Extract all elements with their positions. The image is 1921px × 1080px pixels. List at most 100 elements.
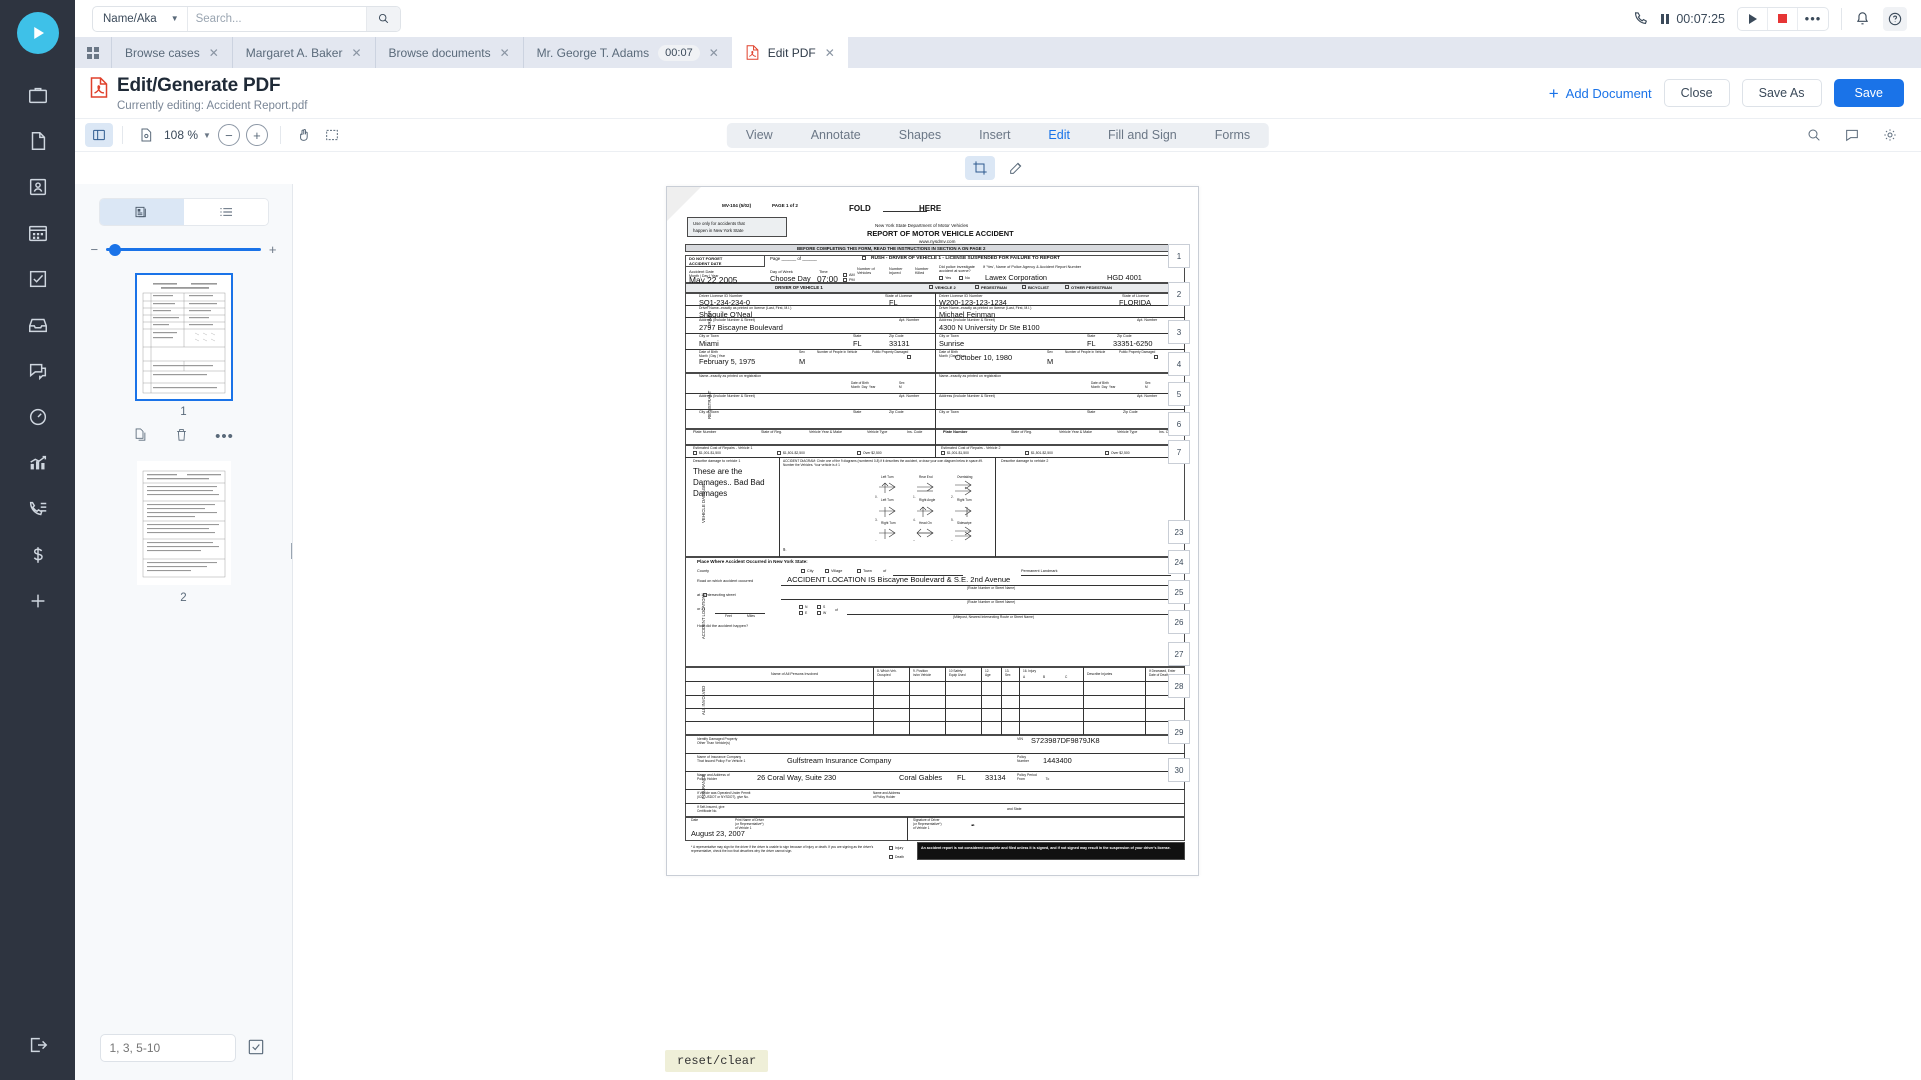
driver2-state2[interactable]: FL	[1087, 339, 1096, 348]
cost-opt1-checkbox-v2[interactable]	[941, 451, 945, 455]
timer-play-button[interactable]	[1738, 7, 1768, 30]
outline-view-button[interactable]	[183, 199, 268, 225]
page-marker[interactable]: 27	[1168, 642, 1190, 666]
injury-checkbox[interactable]	[889, 846, 893, 850]
page-marker[interactable]: 23	[1168, 520, 1190, 544]
slider-plus-icon[interactable]: +	[269, 242, 277, 257]
intersecting-street-checkbox[interactable]	[703, 593, 707, 597]
public-property-checkbox-v2[interactable]	[1154, 355, 1158, 359]
tab-browse-cases[interactable]: Browse cases ✕	[111, 37, 232, 68]
zoom-in-button[interactable]: +	[245, 124, 268, 146]
police-agency-value[interactable]: Lawex Corporation	[985, 273, 1047, 282]
page-more-options-icon[interactable]: •••	[215, 429, 234, 444]
police-no-checkbox[interactable]	[959, 276, 963, 280]
add-document-button[interactable]: + Add Document	[1549, 85, 1652, 102]
page-marker[interactable]: 25	[1168, 580, 1190, 604]
town-checkbox[interactable]	[857, 569, 861, 573]
tab-browse-documents[interactable]: Browse documents ✕	[374, 37, 523, 68]
pedestrian-checkbox[interactable]	[975, 285, 979, 289]
driver1-city[interactable]: Miami	[699, 339, 719, 348]
duplicate-page-icon[interactable]	[133, 427, 148, 447]
date-value[interactable]: August 23, 2007	[691, 829, 745, 838]
messages-icon[interactable]	[20, 358, 56, 384]
settings-button[interactable]	[1876, 123, 1904, 147]
driver2-address[interactable]: 4300 N University Dr Ste B100	[939, 323, 1040, 332]
policyholder-address[interactable]: 26 Coral Way, Suite 230	[757, 773, 836, 782]
tasks-check-icon[interactable]	[20, 266, 56, 292]
close-button[interactable]: Close	[1663, 79, 1730, 107]
contact-icon[interactable]	[20, 174, 56, 200]
search-button[interactable]	[365, 6, 400, 31]
damage-description-text[interactable]: These are the Damages.. Bad Bad Damages	[693, 466, 773, 499]
w-checkbox[interactable]	[817, 611, 821, 615]
e-checkbox[interactable]	[799, 611, 803, 615]
close-icon[interactable]: ✕	[209, 46, 219, 60]
policyholder-state[interactable]: FL	[957, 773, 966, 782]
reset-clear-badge[interactable]: reset/clear	[665, 1050, 769, 1072]
cost-opt3-checkbox-v2[interactable]	[1105, 451, 1109, 455]
city-checkbox[interactable]	[801, 569, 805, 573]
police-report-no-value[interactable]: HGD 4001	[1107, 273, 1142, 282]
close-icon[interactable]: ✕	[351, 46, 361, 60]
death-checkbox[interactable]	[889, 855, 893, 859]
tab-forms[interactable]: Forms	[1196, 123, 1269, 148]
driver1-state[interactable]: FL	[889, 298, 898, 307]
page-marker[interactable]: 28	[1168, 674, 1190, 698]
delete-page-icon[interactable]	[174, 427, 189, 447]
document-icon[interactable]	[20, 128, 56, 154]
page-marker[interactable]: 7	[1168, 440, 1190, 464]
page-marker[interactable]: 29	[1168, 720, 1190, 744]
close-icon[interactable]: ✕	[500, 46, 510, 60]
pdf-page-1[interactable]: MV-104 (5/02) PAGE 1 of 2 FOLD HERE New …	[666, 186, 1199, 876]
driver2-city[interactable]: Sunrise	[939, 339, 964, 348]
public-property-checkbox-v1[interactable]	[907, 355, 911, 359]
tab-edit-pdf[interactable]: Edit PDF ✕	[731, 37, 848, 68]
slider-knob[interactable]	[109, 243, 122, 256]
driver2-state[interactable]: FLORIDA	[1119, 298, 1151, 307]
page-range-input[interactable]	[99, 1034, 236, 1062]
toggle-sidebar-button[interactable]	[85, 123, 113, 147]
thumbnail-view-button[interactable]	[99, 199, 184, 225]
add-plus-icon[interactable]	[20, 588, 56, 614]
inbox-icon[interactable]	[20, 312, 56, 338]
save-button[interactable]: Save	[1833, 79, 1904, 107]
driver1-zip[interactable]: 33131	[889, 339, 910, 348]
bicyclist-checkbox[interactable]	[1022, 285, 1026, 289]
other-pedestrian-checkbox[interactable]	[1065, 285, 1069, 289]
vin-value[interactable]: S723987DF9879JK8	[1031, 736, 1100, 745]
close-icon[interactable]: ✕	[825, 46, 835, 60]
briefcase-icon[interactable]	[20, 82, 56, 108]
day-of-week-value[interactable]: Choose Day	[770, 274, 811, 283]
am-checkbox[interactable]	[843, 273, 847, 277]
page-marker[interactable]: 1	[1168, 244, 1190, 268]
page-marker[interactable]: 30	[1168, 758, 1190, 782]
help-button[interactable]	[1883, 6, 1907, 31]
crop-tool-button[interactable]	[965, 156, 995, 180]
rush-checkbox[interactable]	[862, 256, 866, 260]
select-area-button[interactable]	[318, 123, 346, 147]
pan-hand-button[interactable]	[290, 123, 318, 147]
pm-checkbox[interactable]	[843, 278, 847, 282]
ins-company-value[interactable]: Gulfstream Insurance Company	[787, 756, 891, 765]
page-settings-button[interactable]	[132, 123, 160, 147]
cost-opt3-checkbox-v1[interactable]	[857, 451, 861, 455]
close-icon[interactable]: ✕	[709, 46, 719, 60]
cost-opt1-checkbox-v1[interactable]	[693, 451, 697, 455]
driver2-zip[interactable]: 33351-6250	[1113, 339, 1152, 348]
page-marker[interactable]: 3	[1168, 320, 1190, 344]
cost-opt2-checkbox-v1[interactable]	[777, 451, 781, 455]
dashboard-gauge-icon[interactable]	[20, 404, 56, 430]
driver2-dob[interactable]: October 10, 1980	[955, 353, 1012, 362]
policyholder-city[interactable]: Coral Gables	[899, 773, 942, 782]
tab-margaret-a-baker[interactable]: Margaret A. Baker ✕	[231, 37, 375, 68]
slider-minus-icon[interactable]: −	[91, 242, 99, 257]
timer-more-button[interactable]: •••	[1798, 8, 1828, 30]
tab-fill-and-sign[interactable]: Fill and Sign	[1089, 123, 1196, 148]
police-yes-checkbox[interactable]	[939, 276, 943, 280]
policy-no-value[interactable]: 1443400	[1043, 756, 1072, 765]
billing-dollar-icon[interactable]	[20, 542, 56, 568]
thumbnail-size-slider[interactable]: − +	[91, 242, 277, 257]
policyholder-zip[interactable]: 33134	[985, 773, 1006, 782]
tab-edit[interactable]: Edit	[1029, 123, 1089, 148]
page-marker[interactable]: 26	[1168, 610, 1190, 634]
